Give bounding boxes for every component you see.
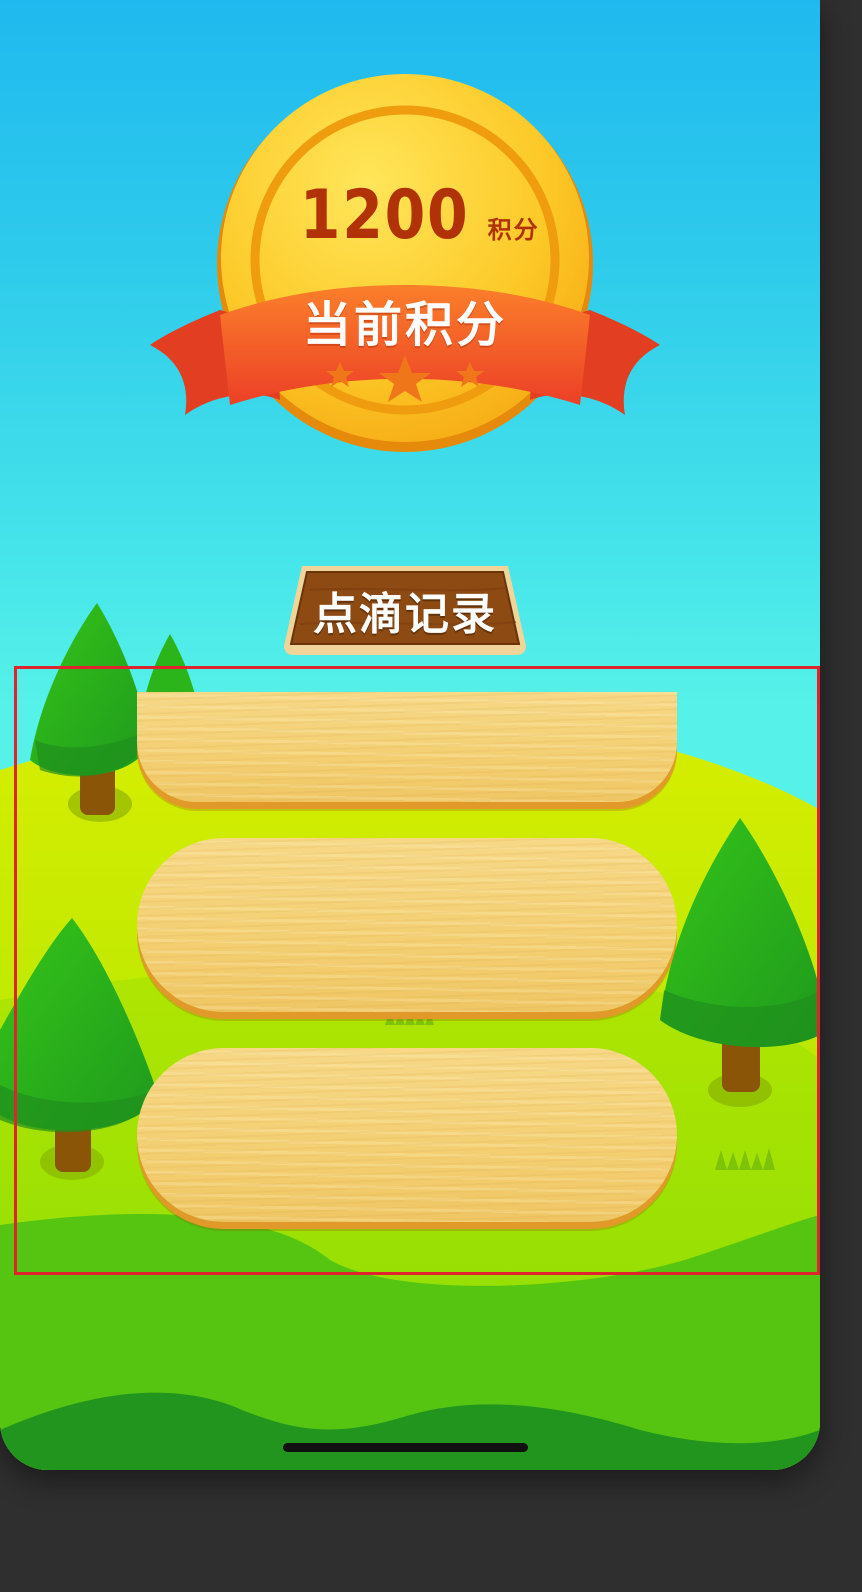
record-card[interactable] — [137, 692, 677, 802]
score-value: 1200 — [300, 176, 470, 255]
phone-screen: 1200 积分 当前积分 点滴记录 — [0, 0, 820, 1470]
home-indicator[interactable] — [283, 1443, 528, 1452]
record-card[interactable] — [137, 838, 677, 1012]
score-unit: 积分 — [487, 216, 540, 244]
current-score-label: 当前积分 — [302, 297, 507, 353]
current-score-badge: 1200 积分 当前积分 — [150, 70, 660, 470]
coin-icon — [150, 74, 660, 452]
records-title-sign: 点滴记录 — [280, 560, 530, 660]
records-title: 点滴记录 — [313, 589, 497, 640]
score-display: 1200 积分 — [268, 182, 558, 250]
record-card[interactable] — [137, 1048, 677, 1222]
